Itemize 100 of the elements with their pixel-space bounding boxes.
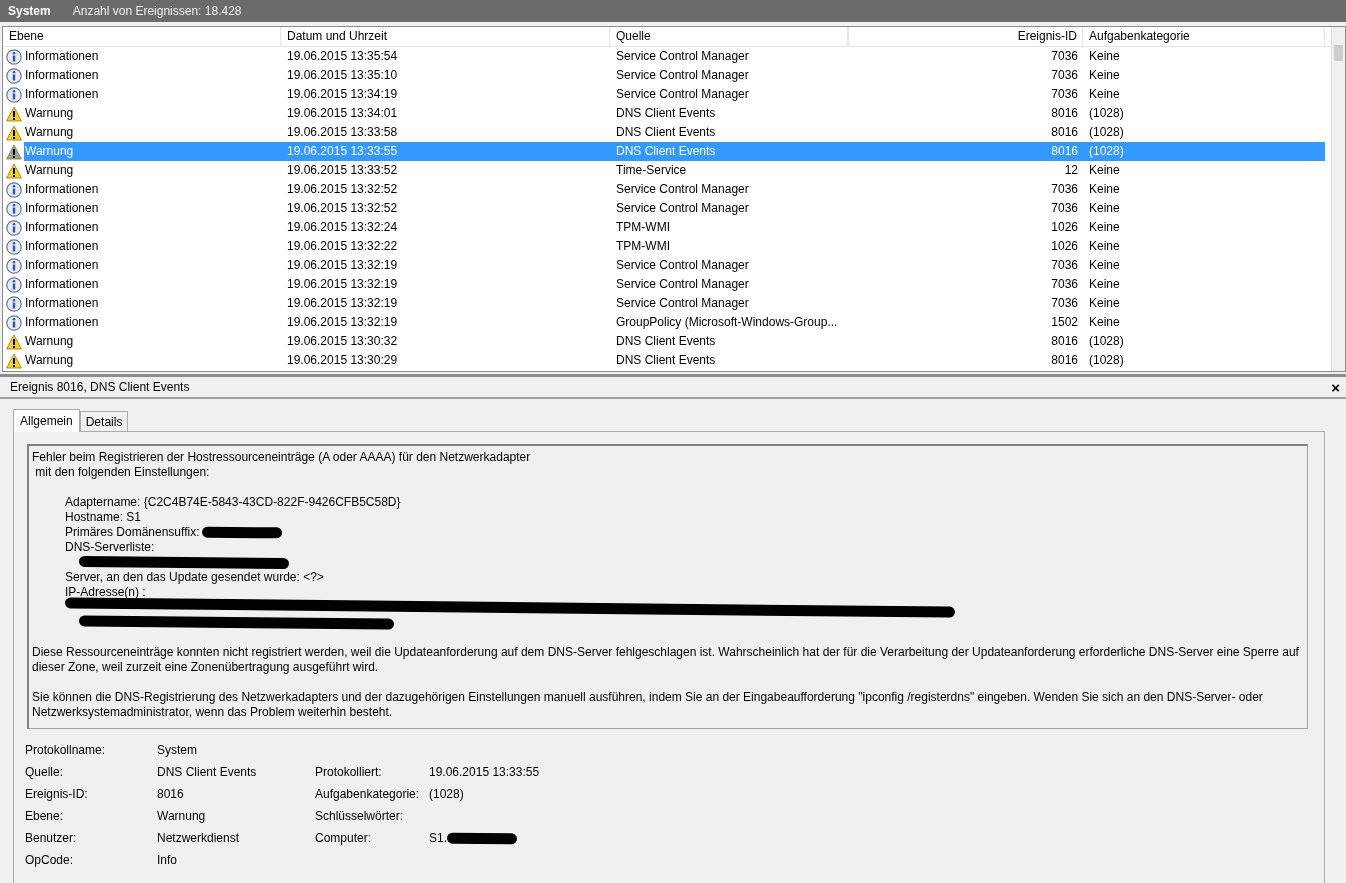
property-label: Protokollname: [25, 742, 107, 759]
date-cell-text: 19.06.2015 13:34:19 [286, 86, 399, 103]
close-button[interactable]: × [1331, 378, 1340, 396]
event-id-cell-text: 12 [1063, 162, 1079, 179]
date-cell-text: 19.06.2015 13:35:10 [286, 67, 399, 84]
level-cell-text: Warnung [24, 333, 75, 350]
warning-icon [6, 143, 22, 160]
category-cell-text: Keine [1088, 67, 1121, 84]
event-id-cell-text: 1502 [1050, 314, 1079, 331]
info-icon [6, 181, 22, 198]
level-cell-text: Informationen [24, 200, 100, 217]
setting-line: Primäres Domänensuffix: [65, 525, 200, 540]
warning-icon [6, 124, 22, 141]
event-id-cell-text: 7036 [1050, 295, 1079, 312]
source-cell-text: GroupPolicy (Microsoft-Windows-Group... [615, 314, 839, 331]
category-cell-text: Keine [1088, 86, 1121, 103]
date-cell-text: 19.06.2015 13:32:19 [286, 257, 399, 274]
event-id-cell-text: 7036 [1050, 257, 1079, 274]
warning-icon [6, 333, 22, 350]
category-cell-text: Keine [1088, 200, 1121, 217]
property-value: DNS Client Events [157, 764, 258, 781]
date-cell-text: 19.06.2015 13:32:52 [286, 181, 399, 198]
event-id-cell-text: 8016 [1050, 124, 1079, 141]
info-icon [6, 314, 22, 331]
column-header[interactable]: Ebene [3, 27, 281, 46]
level-cell-text: Informationen [24, 219, 100, 236]
property-label: Benutzer: [25, 830, 78, 847]
source-cell-text: DNS Client Events [615, 124, 717, 141]
info-icon [6, 48, 22, 65]
property-label: Computer: [315, 830, 373, 847]
property-label: Ereignis-ID: [25, 786, 89, 803]
source-cell-text: Service Control Manager [615, 276, 750, 293]
level-cell-text: Informationen [24, 238, 100, 255]
category-cell-text: Keine [1088, 162, 1121, 179]
level-cell: Warnung [24, 142, 281, 161]
date-cell-text: 19.06.2015 13:32:22 [286, 238, 399, 255]
source-cell-text: Service Control Manager [615, 86, 750, 103]
event-id-cell-text: 1026 [1050, 219, 1079, 236]
event-id-cell-text: 7036 [1050, 200, 1079, 217]
tab[interactable]: Details [79, 411, 129, 431]
level-cell-text: Informationen [24, 295, 100, 312]
property-label: Protokolliert: [315, 764, 383, 781]
property-value: 8016 [157, 786, 185, 803]
info-icon [6, 295, 22, 312]
category-cell-text: Keine [1088, 314, 1121, 331]
source-cell-text: DNS Client Events [615, 352, 717, 369]
category-cell-text: (1028) [1088, 124, 1125, 141]
event-count: Anzahl von Ereignissen: 18.428 [72, 4, 242, 18]
property-value: (1028) [429, 786, 464, 802]
column-header[interactable]: Quelle [610, 27, 848, 46]
date-cell-text: 19.06.2015 13:32:19 [286, 314, 399, 331]
category-cell-text: Keine [1088, 219, 1121, 236]
info-icon [6, 257, 22, 274]
property-value: S1. [429, 830, 447, 846]
source-cell-text: TPM-WMI [615, 219, 671, 236]
event-id-cell-text: 8016 [1050, 333, 1079, 350]
column-header[interactable]: Aufgabenkategorie [1083, 27, 1325, 46]
property-value: Netzwerkdienst [157, 830, 241, 847]
message-line: mit den folgenden Einstellungen: [34, 465, 211, 480]
setting-line: IP-Adresse(n) : [65, 585, 146, 600]
warning-icon [6, 162, 22, 179]
category-cell-text: (1028) [1088, 352, 1125, 369]
level-cell-text: Warnung [24, 105, 75, 122]
date-cell-text: 19.06.2015 13:34:01 [286, 105, 399, 122]
property-label: Schlüsselwörter: [315, 808, 405, 825]
event-id-cell: 8016 [848, 142, 1083, 161]
property-value: 19.06.2015 13:33:55 [429, 764, 540, 780]
source-cell-text: DNS Client Events [615, 333, 717, 350]
column-header[interactable]: Ereignis-ID [848, 27, 1083, 46]
date-cell-text: 19.06.2015 13:33:58 [286, 124, 399, 141]
date-cell-text: 19.06.2015 13:35:54 [286, 48, 399, 65]
log-title: System [8, 4, 51, 18]
event-id-cell-text: 7036 [1050, 86, 1079, 103]
message-paragraph: Diese Ressourceneinträge konnten nicht registriert werden, weil die Updateanforderung auf dem DNS-Server fehlgeschlagen ist. Wahrscheinlich hat der für die Verarbeitung der Updateanforderung erforderliche DNS-Server eine Sperre auf dieser Zone, weil zurzeit eine Zonenübertragung ausgeführt wird. [32, 645, 1300, 675]
source-cell-text: Service Control Manager [615, 67, 750, 84]
setting-line: Hostname: S1 [65, 510, 142, 525]
date-cell-text: 19.06.2015 13:32:19 [286, 276, 399, 293]
date-cell-text: 19.06.2015 13:32:24 [286, 219, 399, 236]
category-cell-text: Keine [1088, 238, 1121, 255]
info-icon [6, 238, 22, 255]
level-cell-text: Informationen [24, 181, 100, 198]
date-cell: 19.06.2015 13:33:55 [281, 142, 610, 161]
setting-line: Server, an den das Update gesendet wurde: <?> [65, 570, 324, 585]
source-cell-text: Service Control Manager [615, 181, 750, 198]
tab[interactable]: Allgemein [13, 409, 80, 432]
category-cell-text: Keine [1088, 295, 1121, 312]
scrollbar[interactable] [1331, 27, 1345, 371]
event-id-cell-text: 7036 [1050, 48, 1079, 65]
column-header[interactable]: Datum und Uhrzeit [281, 27, 610, 46]
info-icon [6, 67, 22, 84]
message-paragraph: Sie können die DNS-Registrierung des Netzwerkadapters und der dazugehörigen Einstellungen manuell ausführen, indem Sie an der Eingabeaufforderung "ipconfig /registerdns" eingeben. Wenden Sie sich an den DNS-Server- oder Netzwerksystemadministrator, wenn das Problem weiterhin besteht. [32, 690, 1264, 720]
date-cell-text: 19.06.2015 13:33:52 [286, 162, 399, 179]
message-line: Fehler beim Registrieren der Hostressourceneinträge (A oder AAAA) für den Netzwerkadapter [32, 450, 532, 465]
category-cell-text: Keine [1088, 181, 1121, 198]
event-id-cell-text: 8016 [1050, 352, 1079, 369]
date-cell-text: 19.06.2015 13:32:19 [286, 295, 399, 312]
source-cell-text: Service Control Manager [615, 200, 750, 217]
event-id-cell-text: 7036 [1050, 67, 1079, 84]
info-icon [6, 200, 22, 217]
warning-icon [6, 105, 22, 122]
